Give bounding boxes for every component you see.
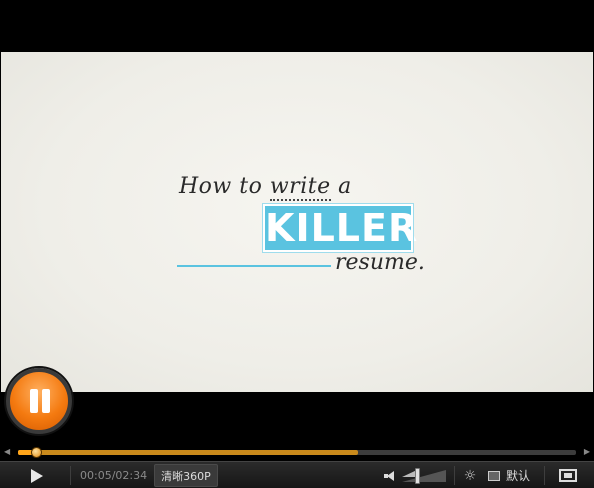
pause-button[interactable] [6,368,72,434]
progress-handle[interactable] [31,447,43,458]
speaker-icon [384,470,394,481]
seek-back-icon[interactable]: ◀ [4,447,10,456]
video-player: How to write a KILLER resume. ◀ ▶ 00:05/… [0,0,594,488]
progress-bar[interactable]: ◀ ▶ [0,445,594,459]
quality-selector[interactable]: 清晰360P [154,464,218,487]
title-underline [177,265,331,267]
video-title-card: How to write a KILLER resume. [175,172,435,282]
time-display: 00:05/02:34 [80,469,148,482]
divider [454,466,455,485]
brightness-settings-icon: ☼ [463,467,477,484]
pause-icon [30,389,38,413]
control-bar: 00:05/02:34 清晰360P ☼ 默认 [0,461,594,488]
play-icon [31,468,43,483]
divider [70,466,71,485]
volume-handle[interactable] [415,467,421,484]
play-button[interactable] [22,462,52,488]
title-write: write [269,174,331,201]
seek-forward-icon[interactable]: ▶ [584,447,590,456]
fullscreen-button[interactable] [556,462,580,488]
volume-button[interactable] [382,462,396,488]
volume-track[interactable] [402,467,446,484]
pause-icon-bar [42,389,50,413]
progress-track[interactable] [18,447,576,458]
video-frame[interactable]: How to write a KILLER resume. [1,52,593,392]
buffered-fill [18,450,359,455]
divider [544,466,545,485]
window-icon [488,470,500,481]
screen-mode-label: 默认 [506,469,531,483]
title-how-to: How to [179,174,270,199]
title-line-3: resume. [335,250,425,275]
title-a: a [330,174,352,199]
settings-button[interactable]: ☼ [462,462,478,488]
title-line-1: How to write a [179,174,352,201]
screen-mode-button[interactable]: 默认 [488,462,530,488]
title-highlight-box: KILLER [262,203,419,253]
volume-slider[interactable] [402,462,448,488]
fullscreen-icon [559,469,577,482]
title-highlight-text: KILLER [265,206,419,250]
